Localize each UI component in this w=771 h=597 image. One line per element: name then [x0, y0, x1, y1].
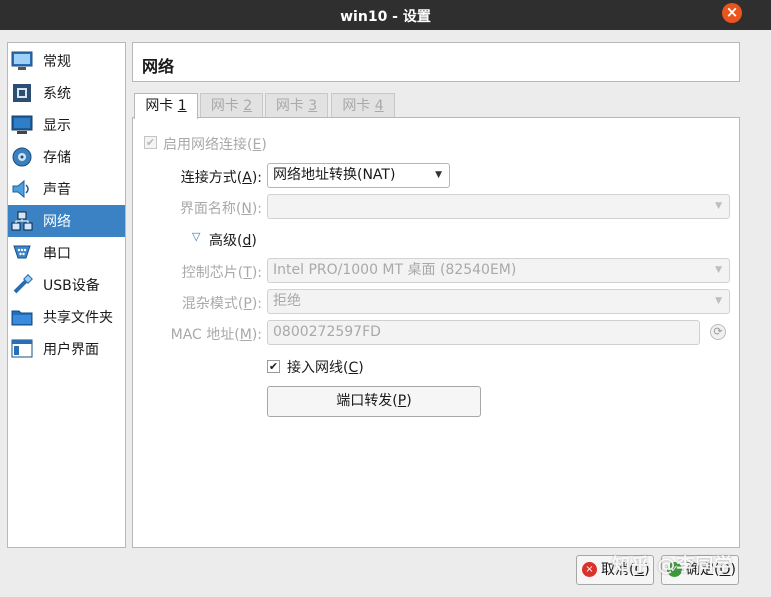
attached-to-select[interactable]: 网络地址转换(NAT) ▼: [267, 163, 450, 188]
network-icon: [11, 210, 33, 232]
settings-sidebar: 常规 系统 显示 存储 声音 网络 串口 USB设备 共享文件夹 用户界面: [7, 42, 126, 548]
page-header: 网络: [132, 42, 740, 82]
sidebar-item-label: 显示: [43, 118, 71, 134]
mac-address-label: MAC 地址(M):: [170, 327, 262, 343]
promiscuous-mode-value: 拒绝: [273, 293, 301, 309]
display-icon: [11, 114, 33, 136]
adapter-type-label: 控制芯片(T):: [181, 265, 262, 281]
sidebar-item-system[interactable]: 系统: [8, 77, 125, 109]
sidebar-item-usb[interactable]: USB设备: [8, 269, 125, 301]
sidebar-item-audio[interactable]: 声音: [8, 173, 125, 205]
sidebar-item-label: 用户界面: [43, 342, 99, 358]
attached-to-value: 网络地址转换(NAT): [273, 167, 396, 183]
sidebar-item-display[interactable]: 显示: [8, 109, 125, 141]
ui-icon: [11, 338, 33, 360]
adapter-type-select[interactable]: Intel PRO/1000 MT 桌面 (82540EM) ▼: [267, 258, 730, 283]
promiscuous-mode-label: 混杂模式(P):: [181, 296, 262, 312]
chevron-down-icon: ▼: [715, 296, 722, 306]
sidebar-item-user-interface[interactable]: 用户界面: [8, 333, 125, 365]
folder-icon: [11, 306, 33, 328]
sidebar-item-storage[interactable]: 存储: [8, 141, 125, 173]
refresh-mac-icon[interactable]: ⟳: [710, 324, 726, 340]
tab-label: 网卡: [275, 98, 309, 114]
cable-connected-label: 接入网线(C): [287, 360, 364, 376]
close-window-button[interactable]: ×: [722, 3, 742, 23]
enable-adapter-label: 启用网络连接(E): [163, 137, 267, 153]
sidebar-item-serial[interactable]: 串口: [8, 237, 125, 269]
tab-mnemonic: 2: [243, 98, 253, 114]
tab-adapter-2[interactable]: 网卡 2: [200, 93, 263, 118]
adapter-type-value: Intel PRO/1000 MT 桌面 (82540EM): [273, 262, 517, 278]
sidebar-item-label: 系统: [43, 86, 71, 102]
cancel-icon: ×: [582, 562, 597, 577]
serial-icon: [11, 242, 33, 264]
sidebar-item-label: 常规: [43, 54, 71, 70]
expand-triangle-icon[interactable]: ▽: [192, 230, 200, 243]
tab-mnemonic: 1: [177, 98, 187, 114]
monitor-icon: [11, 50, 33, 72]
sidebar-item-general[interactable]: 常规: [8, 45, 125, 77]
port-forwarding-button[interactable]: 端口转发(P): [267, 386, 481, 417]
tab-adapter-4[interactable]: 网卡 4: [331, 93, 395, 118]
enable-adapter-checkbox[interactable]: ✔: [144, 136, 157, 149]
page-title: 网络: [142, 57, 175, 76]
tab-adapter-3[interactable]: 网卡 3: [265, 93, 328, 118]
tab-label: 网卡: [210, 98, 244, 114]
tab-mnemonic: 3: [308, 98, 318, 114]
watermark: 知乎 @李同学: [612, 555, 734, 576]
chevron-down-icon: ▼: [435, 170, 442, 180]
sidebar-item-label: 网络: [43, 214, 71, 230]
attached-to-label: 连接方式(A):: [180, 170, 262, 186]
tab-mnemonic: 4: [374, 98, 384, 114]
chip-icon: [11, 82, 33, 104]
sidebar-item-label: USB设备: [43, 278, 100, 294]
tab-label: 网卡: [145, 98, 178, 114]
chevron-down-icon: ▼: [715, 265, 722, 275]
sidebar-item-label: 声音: [43, 182, 71, 198]
sidebar-item-label: 共享文件夹: [43, 310, 113, 326]
tab-label: 网卡: [342, 98, 375, 114]
mac-address-field[interactable]: 0800272597FD: [267, 320, 700, 345]
sidebar-item-shared-folders[interactable]: 共享文件夹: [8, 301, 125, 333]
tab-adapter-1[interactable]: 网卡 1: [134, 93, 198, 119]
usb-icon: [11, 274, 33, 296]
sidebar-item-label: 串口: [43, 246, 71, 262]
promiscuous-mode-select[interactable]: 拒绝 ▼: [267, 289, 730, 314]
disk-icon: [11, 146, 33, 168]
cable-connected-checkbox[interactable]: ✔: [267, 360, 280, 373]
interface-name-select[interactable]: ▼: [267, 194, 730, 219]
title-bar: win10 - 设置 ×: [0, 0, 771, 30]
speaker-icon: [11, 178, 33, 200]
advanced-toggle[interactable]: 高级(d): [209, 230, 257, 250]
sidebar-item-network[interactable]: 网络: [8, 205, 125, 237]
window-title: win10 - 设置: [340, 9, 431, 25]
interface-name-label: 界面名称(N):: [179, 201, 262, 217]
sidebar-item-label: 存储: [43, 150, 71, 166]
chevron-down-icon: ▼: [715, 201, 722, 211]
